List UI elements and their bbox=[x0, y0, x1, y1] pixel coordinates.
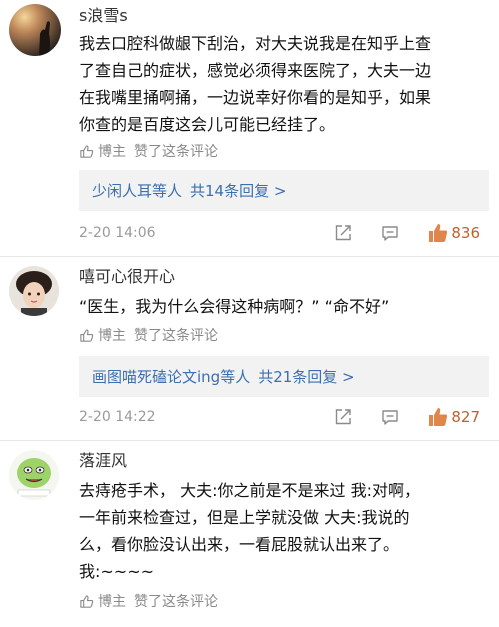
comment-icon[interactable] bbox=[380, 407, 400, 427]
liked-text: 赞了这条评论 bbox=[134, 594, 218, 610]
thumb-up-outline-icon bbox=[80, 144, 94, 158]
thumb-up-filled-icon[interactable] bbox=[427, 406, 449, 428]
reply-count[interactable]: 共14条回复 > bbox=[190, 180, 286, 201]
liked-text: 赞了这条评论 bbox=[134, 144, 218, 160]
author-label: 博主 bbox=[98, 594, 126, 610]
share-icon[interactable] bbox=[333, 407, 353, 427]
author-label: 博主 bbox=[98, 144, 126, 160]
user-avatar[interactable] bbox=[9, 450, 59, 500]
like-count: 827 bbox=[451, 408, 480, 426]
comment-line: 你查的是百度这会儿可能已经挂了。 bbox=[79, 115, 336, 134]
comment-item: 嘻可心很开心 “医生，我为什么会得这种病啊？” “命不好” 博主 赞了这条评论 … bbox=[0, 257, 499, 440]
comment-item: s浪雪s 我去口腔科做龈下刮治，对大夫说我是在知乎上查 了查自己的症状，感觉必须… bbox=[0, 0, 499, 256]
author-liked-line: 博主 赞了这条评论 bbox=[79, 591, 218, 611]
timestamp: 2-20 14:22 bbox=[79, 409, 156, 425]
thumb-up-filled-icon[interactable] bbox=[427, 222, 449, 244]
author-label: 博主 bbox=[98, 328, 126, 344]
comment-line: 我去口腔科做龈下刮治，对大夫说我是在知乎上查 bbox=[79, 34, 432, 53]
comment-line: 去痔疮手术， 大夫:你之前是不是来过 我:对啊， bbox=[79, 481, 420, 500]
comment-text: 我去口腔科做龈下刮治，对大夫说我是在知乎上查 了查自己的症状，感觉必须得来医院了… bbox=[79, 30, 489, 138]
comment-line: 了查自己的症状，感觉必须得来医院了，大夫一边 bbox=[79, 61, 432, 80]
liked-text: 赞了这条评论 bbox=[134, 328, 218, 344]
author-liked-line: 博主 赞了这条评论 bbox=[79, 325, 218, 345]
user-avatar[interactable] bbox=[9, 4, 61, 56]
author-liked-line: 博主 赞了这条评论 bbox=[79, 141, 218, 161]
comment-line: 在我嘴里捅啊捅，一边说幸好你看的是知乎，如果 bbox=[79, 88, 432, 107]
user-avatar[interactable] bbox=[9, 266, 59, 316]
reply-count[interactable]: 共21条回复 > bbox=[258, 366, 354, 387]
comment-line: “医生，我为什么会得这种病啊？” “命不好” bbox=[79, 297, 390, 316]
reply-preview[interactable]: 少闲人耳等人 共14条回复 > bbox=[79, 170, 489, 211]
comment-meta: 2-20 14:22 827 bbox=[79, 407, 489, 429]
reply-users[interactable]: 少闲人耳等人 bbox=[92, 180, 182, 201]
reply-preview[interactable]: 画图喵死磕论文ing等人 共21条回复 > bbox=[79, 356, 489, 397]
timestamp: 2-20 14:06 bbox=[79, 225, 156, 241]
thumb-up-outline-icon bbox=[80, 328, 94, 342]
comment-text: 去痔疮手术， 大夫:你之前是不是来过 我:对啊， 一年前来检查过，但是上学就没做… bbox=[79, 477, 489, 585]
comment-text: “医生，我为什么会得这种病啊？” “命不好” bbox=[79, 293, 489, 320]
share-icon[interactable] bbox=[333, 223, 353, 243]
comment-line: 我:~~~~ bbox=[79, 562, 155, 581]
username[interactable]: 落涯风 bbox=[79, 451, 127, 471]
comment-line: 一年前来检查过，但是上学就没做 大夫:我说的 bbox=[79, 508, 410, 527]
comment-icon[interactable] bbox=[380, 223, 400, 243]
reply-users[interactable]: 画图喵死磕论文ing等人 bbox=[92, 366, 250, 387]
comment-item: 落涯风 去痔疮手术， 大夫:你之前是不是来过 我:对啊， 一年前来检查过，但是上… bbox=[0, 441, 499, 627]
thumb-up-outline-icon bbox=[80, 594, 94, 608]
comment-meta: 2-20 14:06 836 bbox=[79, 223, 489, 245]
like-count: 836 bbox=[451, 224, 480, 242]
username[interactable]: 嘻可心很开心 bbox=[79, 267, 175, 287]
comment-line: 么，看你脸没认出来，一看屁股就认出来了。 bbox=[79, 535, 400, 554]
username[interactable]: s浪雪s bbox=[79, 6, 128, 26]
